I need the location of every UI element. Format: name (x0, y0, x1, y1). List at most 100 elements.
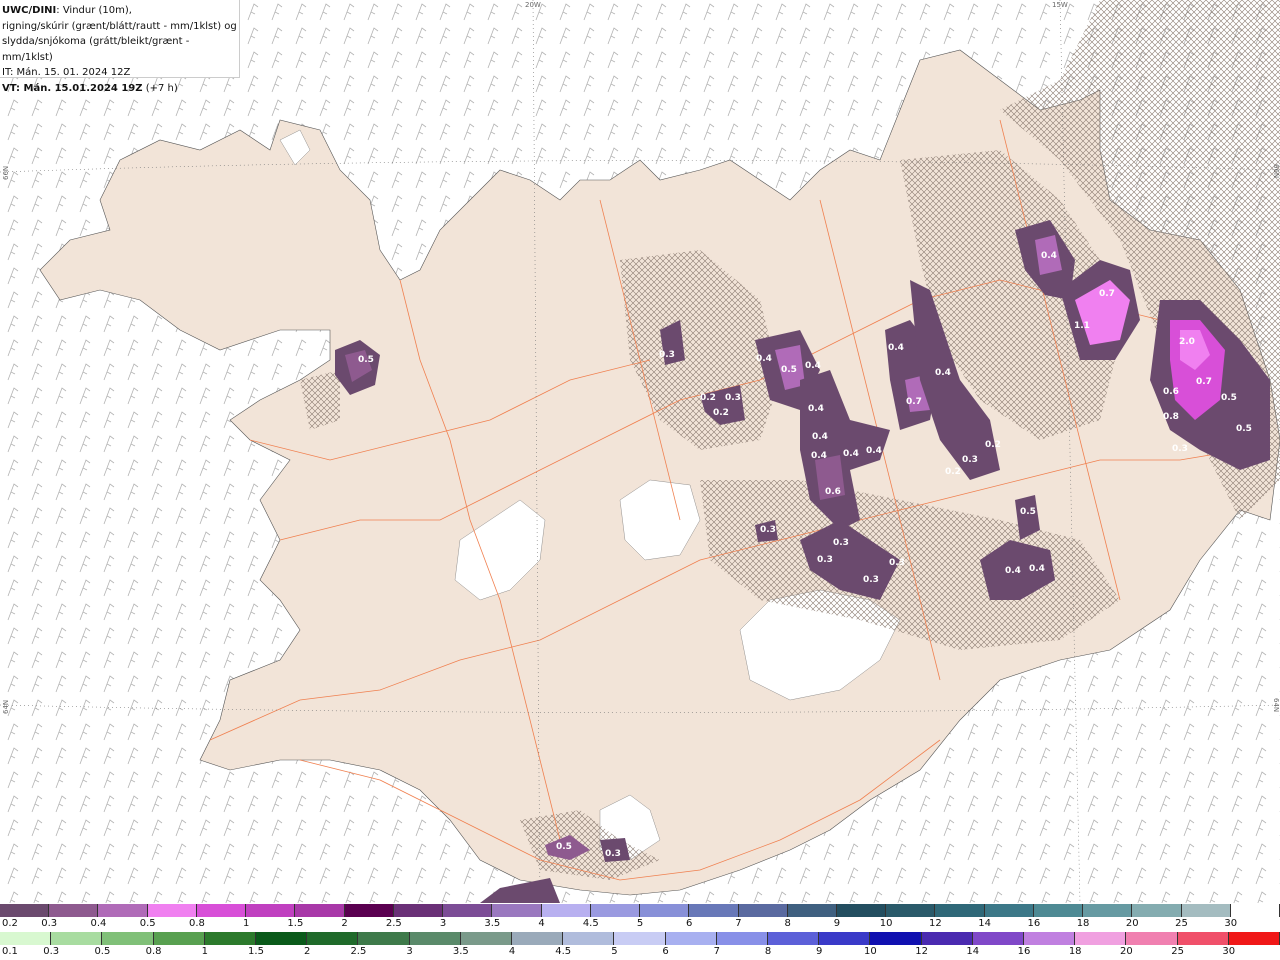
legend-label: 3.5 (484, 918, 501, 929)
legend-label: 18 (1076, 918, 1090, 929)
legend-label: 7 (735, 918, 742, 929)
precip-value: 0.4 (888, 343, 904, 353)
legend-swatch (1177, 932, 1229, 945)
legend-swatch (460, 932, 513, 945)
legend-swatch (358, 932, 410, 945)
init-time: IT: Mán. 15. 01. 2024 12Z (2, 67, 131, 78)
legend-label: 7 (713, 946, 720, 957)
legend-label: 0.3 (41, 918, 58, 929)
precip-value: 0.6 (1163, 387, 1179, 397)
legend-label: 0.8 (145, 946, 162, 957)
legend-label: 25 (1171, 946, 1184, 957)
legend-label: 0.5 (139, 918, 156, 929)
legend-swatch (1230, 904, 1280, 917)
legend-label: 30 (1222, 946, 1236, 957)
lead-time: (+7 h) (142, 82, 178, 94)
legend-label: 10 (879, 918, 893, 929)
legend-label: 20 (1120, 946, 1133, 957)
precip-value: 0.7 (1196, 377, 1212, 387)
rain-legend-labels: 0.1 0.3 0.5 0.8 1 1.5 2 2.5 3 3.5 4 4.5 5 6 7 8 9 10 12 14 1… (0, 945, 1280, 958)
legend-label: 4.5 (555, 946, 572, 957)
precip-value: 0.3 (863, 575, 879, 585)
legend-swatch (921, 932, 973, 945)
legend-swatch (665, 932, 717, 945)
precip-value: 0.4 (1029, 564, 1045, 574)
precip-value: 0.2 (700, 393, 716, 403)
legend-label: 12 (915, 946, 928, 957)
legend-label: 18 (1068, 946, 1082, 957)
precip-value: 0.3 (962, 455, 978, 465)
legend-swatch (1083, 904, 1133, 917)
legend-label: 0.8 (188, 918, 205, 929)
lat-label-64n-right: 64N (1272, 698, 1280, 713)
precip-value: 0.3 (659, 350, 675, 360)
legend-swatch (153, 932, 205, 945)
snow-legend-labels: 0.2 0.3 0.4 0.5 0.8 1 1.5 2 2.5 3 3.5 4 4.5 5 6 7 8 9 10 12… (0, 917, 1280, 930)
legend-label: 9 (816, 946, 823, 957)
precip-value: 0.4 (808, 404, 824, 414)
legend-swatch (0, 904, 50, 917)
legend-label: 5 (636, 918, 644, 929)
precip-value: 0.5 (781, 365, 797, 375)
legend-swatch (716, 932, 769, 945)
precip-value: 0.3 (1172, 444, 1188, 454)
precip-value: 0.5 (1020, 507, 1036, 517)
precip-value: 0.2 (713, 408, 729, 418)
legend-label: 2.5 (350, 946, 367, 957)
precip-value: 0.5 (556, 842, 572, 852)
legend-label: 12 (929, 918, 942, 929)
legend-swatch (819, 932, 871, 945)
legend-swatch (738, 904, 788, 917)
legend-label: 9 (833, 918, 841, 929)
precip-value: 2.0 (1179, 337, 1195, 347)
precip-value: 0.3 (760, 525, 776, 535)
precip-value: 0.4 (805, 361, 821, 371)
precip-value: 0.4 (811, 451, 827, 461)
title-line1: : Vindur (10m), (56, 5, 132, 16)
precip-value: 0.4 (866, 446, 882, 456)
legend-label: 10 (864, 946, 877, 957)
legend-swatch (443, 904, 493, 917)
lon-label-20w: 20W (525, 1, 541, 9)
precip-value: 0.4 (812, 432, 828, 442)
legend-swatch (1126, 932, 1178, 945)
legend-label: 0.3 (43, 946, 60, 957)
precip-value: 0.6 (825, 487, 841, 497)
legend-label: 16 (1017, 946, 1031, 957)
legend-swatch (935, 904, 985, 917)
legend-swatch (590, 904, 641, 917)
legend-swatch (196, 904, 247, 917)
legend-swatch (409, 932, 461, 945)
legend-swatch (1228, 932, 1280, 945)
legend-label: 6 (686, 918, 693, 929)
legend-label: 4.5 (582, 918, 599, 929)
precip-value: 1.1 (1074, 321, 1090, 331)
rain-legend-swatches (0, 932, 1280, 945)
legend-swatch (492, 904, 542, 917)
legend-label: 2 (341, 918, 348, 929)
legend-label: 1 (201, 946, 208, 957)
precip-value: 0.3 (889, 558, 905, 568)
legend-label: 20 (1125, 918, 1139, 929)
legend-swatch (51, 932, 103, 945)
legend-swatch (344, 904, 394, 917)
legend-swatch (870, 932, 922, 945)
precip-value: 0.3 (833, 538, 849, 548)
legend-swatch (689, 904, 739, 917)
legend-swatch (0, 932, 52, 945)
precip-value: 0.4 (1005, 566, 1021, 576)
model-name: UWC/DINI (2, 5, 57, 16)
lat-label-64n-left: 64N (2, 699, 10, 714)
legend-swatch (204, 932, 257, 945)
title-line3: slydda/snjókoma (grátt/bleikt/grænt - mm… (2, 36, 190, 63)
precip-value: 0.5 (1236, 424, 1252, 434)
legend-swatch (1024, 932, 1076, 945)
precip-value: 0.2 (945, 467, 961, 477)
legend-swatch (246, 904, 296, 917)
legend-swatch (563, 932, 615, 945)
legend-label: 14 (966, 946, 980, 957)
precip-value: 0.3 (817, 555, 833, 565)
legend-label: 30 (1224, 918, 1238, 929)
legend-label: 8 (764, 946, 772, 957)
legend-swatch (972, 932, 1025, 945)
